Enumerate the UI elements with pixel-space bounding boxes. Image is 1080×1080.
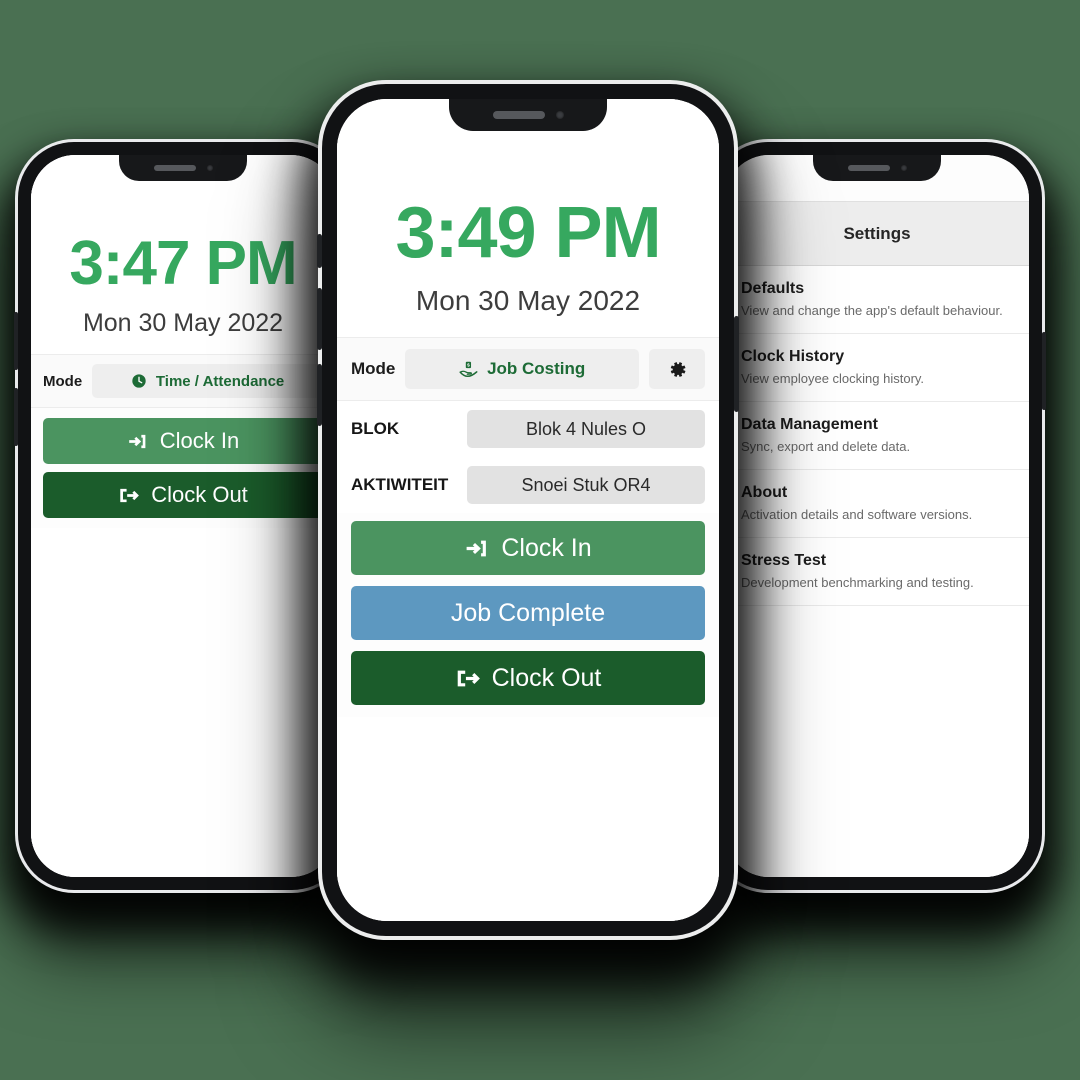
- clock-icon: [131, 373, 147, 389]
- sign-out-icon: [118, 485, 140, 506]
- phone-left-screen: 3:47 PM Mon 30 May 2022 Mode Time / Atte…: [31, 155, 335, 877]
- clock-date-left: Mon 30 May 2022: [82, 309, 284, 337]
- mode-label-center: Mode: [351, 359, 396, 378]
- settings-item-description: View employee clocking history.: [741, 371, 925, 386]
- phone-center-power-button: [734, 316, 739, 412]
- settings-item-description: Development benchmarking and testing.: [741, 575, 974, 590]
- settings-item-title: Clock History: [741, 348, 845, 365]
- settings-button[interactable]: [649, 349, 705, 389]
- phone-center-device: 3:49 PM Mon 30 May 2022 Mode $ Job Costi…: [317, 84, 739, 936]
- field-row-blok: BLOK Blok 4 Nules O: [337, 401, 719, 457]
- front-camera-icon: [555, 111, 564, 119]
- field-value-aktiwiteit[interactable]: Snoei Stuk OR4: [467, 466, 705, 504]
- clock-panel-center: 3:49 PM Mon 30 May 2022: [337, 99, 719, 338]
- empty-content-area-right: [725, 606, 1029, 877]
- settings-item-defaults[interactable]: Defaults View and change the app's defau…: [725, 266, 1029, 334]
- phone-center-mute-switch: [317, 234, 322, 268]
- clock-out-label: Clock Out: [151, 482, 248, 507]
- empty-content-area-center: [337, 717, 719, 921]
- settings-item-title: About: [741, 484, 788, 501]
- settings-list: Defaults View and change the app's defau…: [725, 266, 1029, 606]
- job-complete-button[interactable]: Job Complete: [351, 586, 705, 640]
- settings-item-title: Defaults: [741, 280, 805, 297]
- phone-mockup-stage: 3:47 PM Mon 30 May 2022 Mode Time / Atte…: [0, 0, 1080, 1080]
- clock-in-label: Clock In: [159, 428, 240, 453]
- clock-out-button[interactable]: Clock Out: [351, 651, 705, 705]
- settings-page-title: Settings: [725, 201, 1029, 266]
- settings-item-title: Stress Test: [741, 552, 827, 569]
- mode-value-center: Job Costing: [487, 359, 586, 378]
- clock-date-center: Mon 30 May 2022: [415, 285, 641, 316]
- button-stack-center: Clock In Job Complete Clock Out: [337, 513, 719, 717]
- clock-in-button[interactable]: Clock In: [351, 521, 705, 575]
- mode-row-center: Mode $ Job Costing: [337, 338, 719, 401]
- phone-center-notch: [449, 99, 607, 131]
- speaker-icon: [492, 111, 545, 119]
- sign-in-icon: [464, 536, 489, 561]
- field-label-aktiwiteit: AKTIWITEIT: [351, 475, 449, 494]
- settings-item-about[interactable]: About Activation details and software ve…: [725, 470, 1029, 538]
- settings-item-title: Data Management: [741, 416, 878, 433]
- settings-item-stress-test[interactable]: Stress Test Development benchmarking and…: [725, 538, 1029, 606]
- svg-text:$: $: [467, 362, 470, 368]
- clock-in-label: Clock In: [501, 533, 592, 562]
- settings-item-data-management[interactable]: Data Management Sync, export and delete …: [725, 402, 1029, 470]
- clock-time-center: 3:49 PM: [395, 193, 661, 273]
- clock-time-left: 3:47 PM: [69, 229, 297, 298]
- clock-out-button[interactable]: Clock Out: [43, 472, 323, 518]
- phone-left-notch: [119, 155, 247, 181]
- mode-selector-time-attendance[interactable]: Time / Attendance: [92, 364, 323, 398]
- phone-left-side-button: [14, 312, 18, 370]
- button-stack-left: Clock In Clock Out: [31, 408, 335, 528]
- phone-left-device: 3:47 PM Mon 30 May 2022 Mode Time / Atte…: [14, 142, 348, 890]
- settings-app: Settings Defaults View and change the ap…: [725, 155, 1029, 877]
- settings-item-description: Sync, export and delete data.: [741, 439, 911, 454]
- hand-holding-money-icon: $: [459, 360, 478, 379]
- phone-center-screen: 3:49 PM Mon 30 May 2022 Mode $ Job Costi…: [337, 99, 719, 921]
- field-label-blok: BLOK: [351, 419, 400, 438]
- job-costing-app: 3:49 PM Mon 30 May 2022 Mode $ Job Costi…: [337, 99, 719, 921]
- phone-right-device: Settings Defaults View and change the ap…: [712, 142, 1046, 890]
- speaker-icon: [847, 165, 890, 171]
- phone-right-power-button: [1042, 332, 1046, 410]
- clock-in-button[interactable]: Clock In: [43, 418, 323, 464]
- settings-item-description: View and change the app's default behavi…: [741, 303, 1003, 318]
- mode-value-left: Time / Attendance: [155, 372, 285, 390]
- phone-center-volume-down-button: [317, 364, 322, 426]
- clock-panel-left: 3:47 PM Mon 30 May 2022: [31, 155, 335, 355]
- mode-label-left: Mode: [43, 372, 83, 390]
- mode-selector-job-costing[interactable]: $ Job Costing: [405, 349, 639, 389]
- mode-row-left: Mode Time / Attendance: [31, 355, 335, 408]
- settings-item-description: Activation details and software versions…: [741, 507, 973, 522]
- sign-in-icon: [127, 431, 148, 452]
- front-camera-icon: [900, 165, 907, 171]
- field-value-blok[interactable]: Blok 4 Nules O: [467, 410, 705, 448]
- time-attendance-app: 3:47 PM Mon 30 May 2022 Mode Time / Atte…: [31, 155, 335, 877]
- sign-out-icon: [455, 666, 480, 691]
- gear-icon: [667, 359, 688, 380]
- job-complete-label: Job Complete: [450, 598, 606, 627]
- phone-center-volume-up-button: [317, 288, 322, 350]
- clock-out-label: Clock Out: [491, 663, 602, 692]
- field-row-aktiwiteit: AKTIWITEIT Snoei Stuk OR4: [337, 457, 719, 513]
- phone-right-screen: Settings Defaults View and change the ap…: [725, 155, 1029, 877]
- phone-left-volume-button: [14, 388, 18, 446]
- front-camera-icon: [206, 165, 213, 171]
- phone-right-notch: [813, 155, 941, 181]
- empty-content-area-left: [31, 528, 335, 877]
- speaker-icon: [153, 165, 196, 171]
- settings-item-clock-history[interactable]: Clock History View employee clocking his…: [725, 334, 1029, 402]
